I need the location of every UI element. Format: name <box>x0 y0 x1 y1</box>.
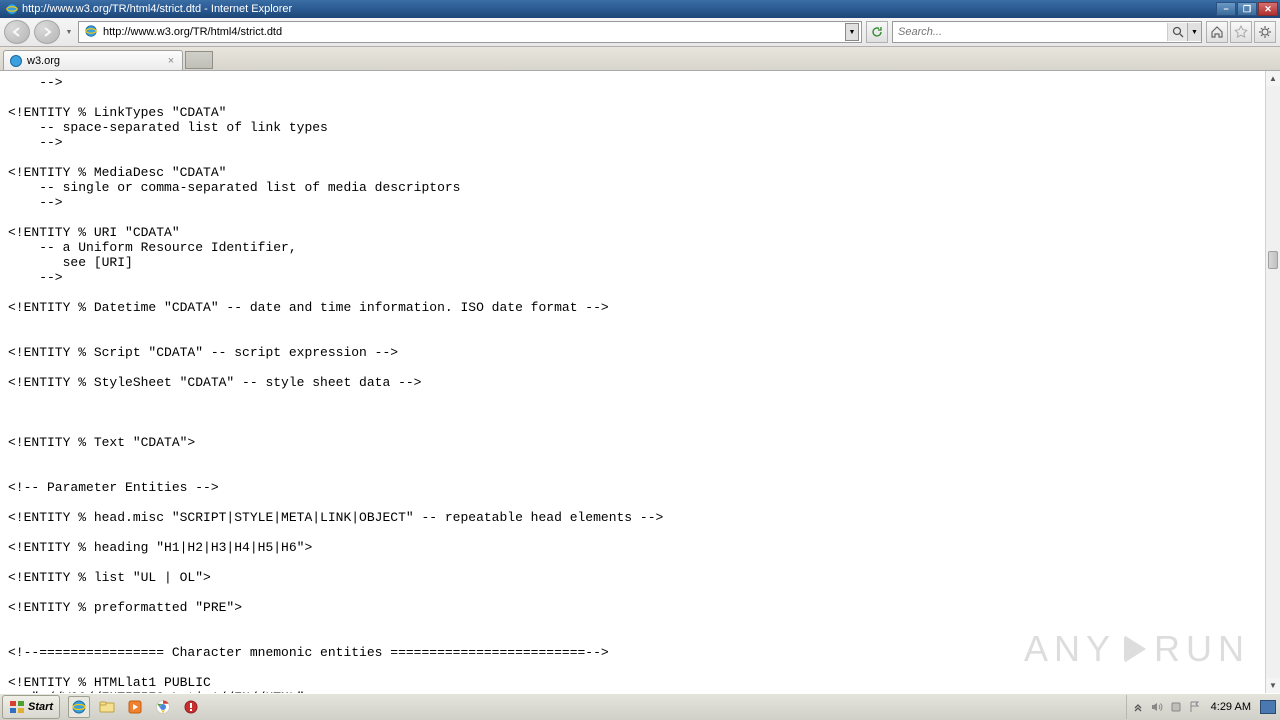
tab-close-icon[interactable]: × <box>165 55 177 67</box>
show-hidden-icon[interactable] <box>1131 700 1145 714</box>
tab-w3-org[interactable]: w3.org × <box>3 50 183 70</box>
windows-logo-icon <box>9 700 25 714</box>
task-media-icon[interactable] <box>124 696 146 718</box>
tab-bar: w3.org × <box>0 47 1280 71</box>
close-button[interactable]: ✕ <box>1258 2 1278 16</box>
minimize-button[interactable]: − <box>1216 2 1236 16</box>
address-dropdown-icon[interactable]: ▼ <box>845 23 859 41</box>
toolbar-icons <box>1206 21 1276 43</box>
start-button[interactable]: Start <box>2 695 60 719</box>
vertical-scrollbar[interactable]: ▲ ▼ <box>1265 71 1280 693</box>
task-ie-icon[interactable] <box>68 696 90 718</box>
show-desktop-icon[interactable] <box>1260 700 1276 714</box>
window-title: http://www.w3.org/TR/html4/strict.dtd - … <box>22 3 1216 15</box>
address-bar: ▼ <box>78 21 862 43</box>
search-dropdown-icon[interactable]: ▼ <box>1187 23 1201 41</box>
clock[interactable]: 4:29 AM <box>1207 701 1255 713</box>
system-tray: 4:29 AM <box>1126 695 1280 719</box>
home-button[interactable] <box>1206 21 1228 43</box>
taskbar: Start 4:29 AM <box>0 693 1280 720</box>
task-explorer-icon[interactable] <box>96 696 118 718</box>
nav-history-dropdown[interactable]: ▼ <box>64 20 74 44</box>
ie-app-icon <box>5 2 19 16</box>
refresh-button[interactable] <box>866 21 888 43</box>
window-controls: − ❐ ✕ <box>1216 2 1278 16</box>
search-button[interactable] <box>1167 23 1187 41</box>
tray-device-icon[interactable] <box>1169 700 1183 714</box>
back-button[interactable] <box>4 20 30 44</box>
scroll-thumb[interactable] <box>1268 251 1278 269</box>
address-favicon <box>84 24 100 40</box>
url-input[interactable] <box>103 26 845 38</box>
scroll-up-icon[interactable]: ▲ <box>1266 71 1280 86</box>
volume-icon[interactable] <box>1150 700 1164 714</box>
tab-title: w3.org <box>27 55 165 67</box>
dtd-text: --> <!ENTITY % LinkTypes "CDATA" -- spac… <box>8 75 1257 693</box>
quick-launch <box>68 696 202 718</box>
tools-button[interactable] <box>1254 21 1276 43</box>
forward-button[interactable] <box>34 20 60 44</box>
search-input[interactable] <box>893 26 1167 38</box>
maximize-button[interactable]: ❐ <box>1237 2 1257 16</box>
task-shield-icon[interactable] <box>180 696 202 718</box>
start-label: Start <box>28 701 53 713</box>
page-content: --> <!ENTITY % LinkTypes "CDATA" -- spac… <box>0 71 1265 693</box>
navigation-toolbar: ▼ ▼ ▼ <box>0 18 1280 47</box>
scroll-down-icon[interactable]: ▼ <box>1266 678 1280 693</box>
new-tab-button[interactable] <box>185 51 213 69</box>
search-bar: ▼ <box>892 21 1202 43</box>
task-chrome-icon[interactable] <box>152 696 174 718</box>
tab-favicon <box>9 54 23 68</box>
flag-icon[interactable] <box>1188 700 1202 714</box>
favorites-button[interactable] <box>1230 21 1252 43</box>
window-titlebar: http://www.w3.org/TR/html4/strict.dtd - … <box>0 0 1280 18</box>
